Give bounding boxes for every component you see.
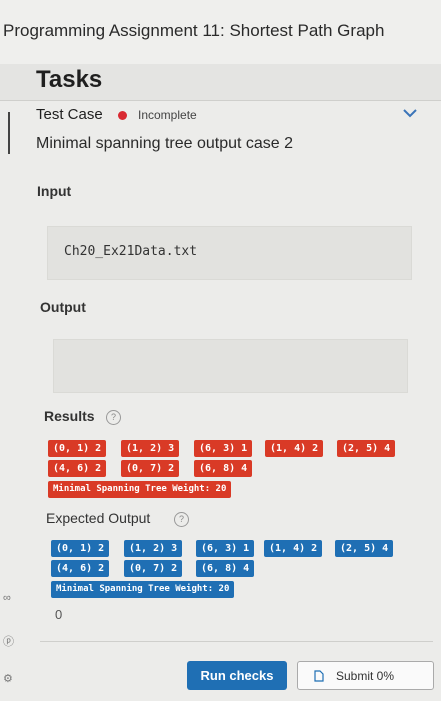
status-dot-icon xyxy=(118,111,127,120)
expected-chip: (1, 4) 2 xyxy=(264,540,323,557)
page-title: Programming Assignment 11: Shortest Path… xyxy=(3,21,385,40)
submit-label: Submit 0% xyxy=(336,669,395,683)
expected-chip: (4, 6) 2 xyxy=(51,560,110,577)
result-chip: (4, 6) 2 xyxy=(48,460,107,477)
expected-chip: (0, 1) 2 xyxy=(51,540,110,557)
result-chip: (1, 2) 3 xyxy=(121,440,180,457)
run-checks-button[interactable]: Run checks xyxy=(187,661,287,690)
document-icon xyxy=(314,670,324,682)
selection-indicator xyxy=(8,112,10,154)
expected-chip: (1, 2) 3 xyxy=(124,540,183,557)
expected-output-label: Expected Output xyxy=(46,510,151,526)
chevron-down-icon[interactable] xyxy=(400,106,420,120)
result-chip: (1, 4) 2 xyxy=(265,440,324,457)
divider xyxy=(40,641,433,642)
result-chip: (0, 1) 2 xyxy=(48,440,107,457)
help-circle-icon[interactable]: ? xyxy=(106,410,121,425)
expected-chip: (6, 3) 1 xyxy=(196,540,255,557)
expected-chip: (0, 7) 2 xyxy=(124,560,183,577)
input-value: Ch20_Ex21Data.txt xyxy=(64,244,198,259)
test-case-label[interactable]: Test Case xyxy=(36,106,103,123)
submit-button[interactable]: Submit 0% xyxy=(297,661,434,690)
expected-chip: (2, 5) 4 xyxy=(335,540,394,557)
result-chip: (6, 8) 4 xyxy=(194,460,253,477)
tasks-heading: Tasks xyxy=(36,66,103,93)
result-chip: (6, 3) 1 xyxy=(194,440,253,457)
output-box xyxy=(53,339,408,393)
link-icon[interactable]: ∞ xyxy=(3,592,11,604)
expected-extra-value: 0 xyxy=(55,607,63,622)
help-circle-icon[interactable]: ? xyxy=(174,512,189,527)
help-icon[interactable]: ⓟ xyxy=(3,633,14,649)
result-chip: (0, 7) 2 xyxy=(121,460,180,477)
test-case-name: Minimal spanning tree output case 2 xyxy=(36,135,294,152)
expected-summary-chip: Minimal Spanning Tree Weight: 20 xyxy=(51,581,235,598)
status-text: Incomplete xyxy=(138,108,197,122)
result-summary-chip: Minimal Spanning Tree Weight: 20 xyxy=(48,481,232,498)
expected-chip: (6, 8) 4 xyxy=(196,560,255,577)
output-label: Output xyxy=(40,299,86,315)
input-label: Input xyxy=(37,183,72,199)
settings-icon[interactable]: ⚙ xyxy=(3,672,13,685)
results-label: Results xyxy=(44,408,95,424)
result-chip: (2, 5) 4 xyxy=(337,440,396,457)
